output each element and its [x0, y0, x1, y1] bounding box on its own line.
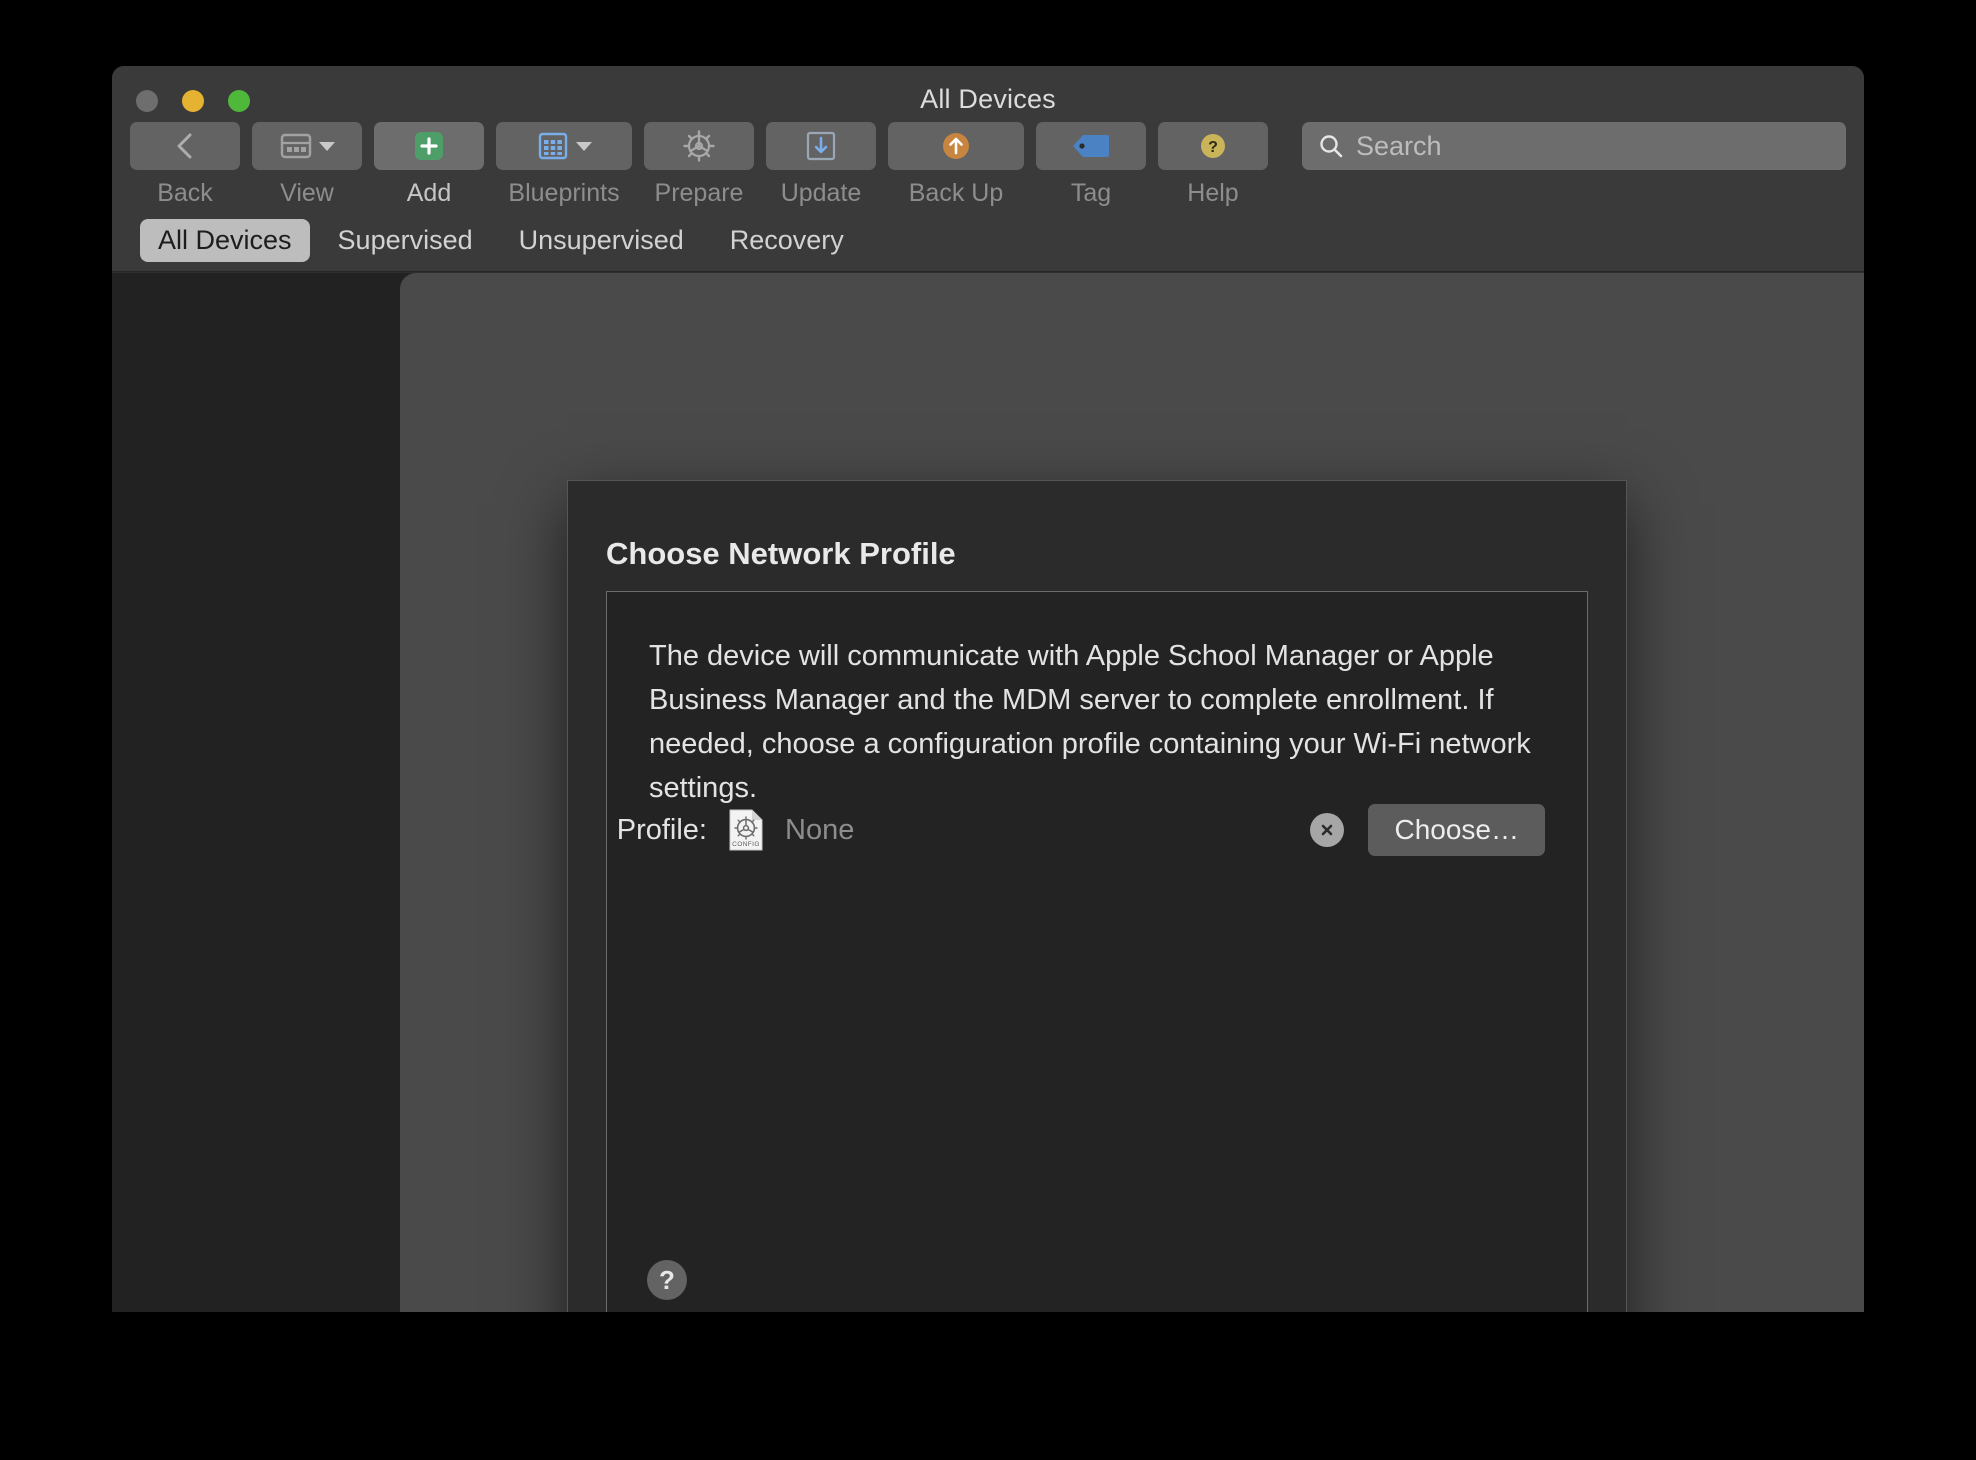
view-button-surface — [252, 122, 362, 170]
toolbar-label-update: Update — [780, 179, 862, 207]
chevron-down-icon — [318, 141, 335, 151]
chevron-down-icon — [575, 141, 592, 151]
search-placeholder: Search — [1356, 130, 1442, 161]
tab-unsupervised[interactable]: Unsupervised — [501, 219, 702, 262]
toolbar-label-blueprints: Blueprints — [508, 179, 620, 207]
prepare-button-surface — [644, 122, 754, 170]
profile-label: Profile: — [616, 813, 707, 846]
search-icon — [1320, 135, 1343, 158]
help-button-surface: ? — [1158, 122, 1268, 170]
add-plus-icon — [415, 132, 443, 160]
toolbar-label-prepare: Prepare — [654, 179, 744, 207]
tab-recovery[interactable]: Recovery — [712, 219, 862, 262]
update-button-surface — [766, 122, 876, 170]
toolbar-label-help: Help — [1187, 179, 1239, 207]
config-profile-document-icon: CONFIG — [729, 809, 763, 851]
configurator-window: All Devices Back View Add Blueprints Pre… — [112, 66, 1864, 1312]
help-question-icon: ? — [1201, 134, 1225, 158]
choose-network-profile-dialog: Choose Network Profile The device will c… — [567, 480, 1627, 1312]
toolbar-button-tag[interactable]: Tag — [1036, 122, 1146, 208]
blueprints-grid-icon — [538, 132, 567, 160]
toolbar-label-back: Back — [157, 179, 213, 207]
filter-tab-bar: All Devices Supervised Unsupervised Reco… — [112, 210, 1864, 272]
toolbar-button-prepare[interactable]: Prepare — [644, 122, 754, 208]
toolbar-label-tag: Tag — [1070, 179, 1112, 207]
clear-x-icon[interactable] — [1310, 813, 1345, 847]
blueprints-button-surface — [496, 122, 632, 170]
dialog-content-panel: The device will communicate with Apple S… — [606, 591, 1588, 1312]
dialog-description: The device will communicate with Apple S… — [649, 640, 1531, 805]
toolbar-button-help[interactable]: ? Help — [1158, 122, 1268, 208]
profile-selector-row: Profile: CONFIG None Choose… — [607, 804, 1545, 856]
toolbar-button-update[interactable]: Update — [766, 122, 876, 208]
tab-all-devices[interactable]: All Devices — [140, 219, 310, 262]
toolbar-button-view[interactable]: View — [252, 122, 362, 208]
back-chevron-icon — [177, 133, 192, 159]
view-grid-icon — [280, 133, 311, 159]
backup-button-surface — [888, 122, 1024, 170]
toolbar-label-add: Add — [406, 179, 452, 207]
toolbar-button-add[interactable]: Add — [374, 122, 484, 208]
tag-icon — [1073, 135, 1109, 157]
toolbar-button-back[interactable]: Back — [130, 122, 240, 208]
window-titlebar: All Devices Back View Add Blueprints Pre… — [112, 66, 1864, 210]
back-button-surface — [130, 122, 240, 170]
toolbar-label-backup: Back Up — [908, 179, 1004, 207]
toolbar: Back View Add Blueprints Prepare Update … — [130, 122, 1846, 208]
profile-value: None — [785, 813, 855, 846]
search-field[interactable]: Search — [1302, 122, 1846, 170]
svg-text:?: ? — [1208, 139, 1218, 156]
tab-supervised[interactable]: Supervised — [320, 219, 491, 262]
add-button-surface — [374, 122, 484, 170]
panel-help-button[interactable]: ? — [647, 1260, 687, 1300]
choose-profile-button[interactable]: Choose… — [1368, 804, 1545, 856]
toolbar-label-view: View — [280, 179, 334, 207]
toolbar-button-blueprints[interactable]: Blueprints — [496, 122, 632, 208]
tag-button-surface — [1036, 122, 1146, 170]
dialog-title: Choose Network Profile — [606, 536, 956, 571]
prepare-gear-icon — [683, 130, 715, 162]
svg-text:CONFIG: CONFIG — [732, 841, 760, 848]
window-body: Choose Network Profile The device will c… — [112, 273, 1864, 1312]
window-title: All Devices — [920, 84, 1056, 114]
update-download-icon — [806, 131, 836, 161]
backup-arrow-up-icon — [943, 133, 969, 159]
toolbar-button-backup[interactable]: Back Up — [888, 122, 1024, 208]
